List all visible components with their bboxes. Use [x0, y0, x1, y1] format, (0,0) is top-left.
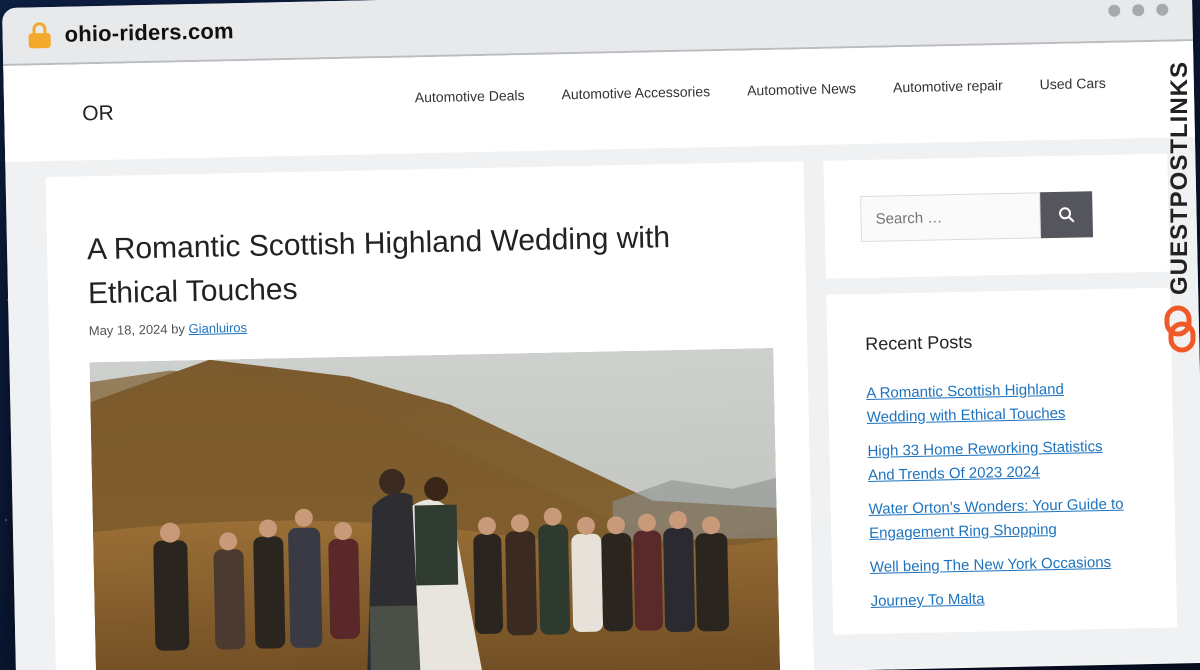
window-dot-icon[interactable] [1156, 3, 1169, 16]
nav-automotive-news[interactable]: Automotive News [747, 80, 856, 98]
article-meta: May 18, 2024 by Gianluiros [89, 320, 248, 338]
browser-window: ohio-riders.com OR Automotive Deals Auto… [2, 0, 1200, 670]
guestpostlinks-watermark: GUESTPOSTLINKS [1160, 58, 1200, 358]
list-item: Water Orton’s Wonders: Your Guide to Eng… [868, 493, 1129, 546]
author-link[interactable]: Gianluiros [188, 320, 247, 336]
url-text[interactable]: ohio-riders.com [64, 18, 234, 48]
search-widget [823, 153, 1170, 279]
window-dot-icon[interactable] [1132, 4, 1145, 17]
recent-post-link[interactable]: Journey To Malta [870, 591, 984, 610]
article-title: A Romantic Scottish Highland Wedding wit… [86, 221, 671, 311]
site-logo[interactable]: OR [82, 102, 114, 127]
list-item: High 33 Home Reworking Statistics And Tr… [867, 435, 1128, 488]
list-item: Journey To Malta [870, 584, 1130, 613]
nav-automotive-repair[interactable]: Automotive repair [893, 77, 1003, 95]
article-date: May 18, 2024 [88, 321, 168, 339]
main-nav: Automotive Deals Automotive Accessories … [415, 75, 1106, 105]
article-by: by [171, 321, 186, 337]
link-logo-icon [1164, 305, 1196, 353]
window-dot-icon[interactable] [1108, 4, 1121, 17]
recent-post-link[interactable]: Water Orton’s Wonders: Your Guide to Eng… [869, 496, 1124, 542]
recent-posts-title: Recent Posts [865, 331, 973, 354]
recent-post-link[interactable]: High 33 Home Reworking Statistics And Tr… [867, 438, 1102, 484]
search-input[interactable] [860, 192, 1042, 243]
featured-image [89, 347, 781, 670]
recent-posts-list: A Romantic Scottish Highland Wedding wit… [866, 377, 1131, 624]
list-item: A Romantic Scottish Highland Wedding wit… [866, 377, 1127, 430]
list-item: Well being The New York Occasions [870, 551, 1130, 580]
nav-automotive-accessories[interactable]: Automotive Accessories [561, 83, 710, 102]
recent-post-link[interactable]: A Romantic Scottish Highland Wedding wit… [866, 381, 1066, 426]
article-card: A Romantic Scottish Highland Wedding wit… [45, 161, 815, 670]
website: OR Automotive Deals Automotive Accessori… [3, 41, 1200, 670]
recent-post-link[interactable]: Well being The New York Occasions [870, 554, 1112, 576]
recent-posts-widget: Recent Posts A Romantic Scottish Highlan… [826, 287, 1178, 635]
lock-icon [28, 22, 51, 49]
nav-used-cars[interactable]: Used Cars [1040, 75, 1106, 92]
nav-automotive-deals[interactable]: Automotive Deals [415, 87, 525, 105]
search-icon [1059, 207, 1075, 223]
wedding-photo [89, 347, 781, 670]
window-controls [1108, 3, 1169, 17]
watermark-text: GUESTPOSTLINKS [1166, 60, 1193, 296]
search-button[interactable] [1040, 191, 1094, 239]
